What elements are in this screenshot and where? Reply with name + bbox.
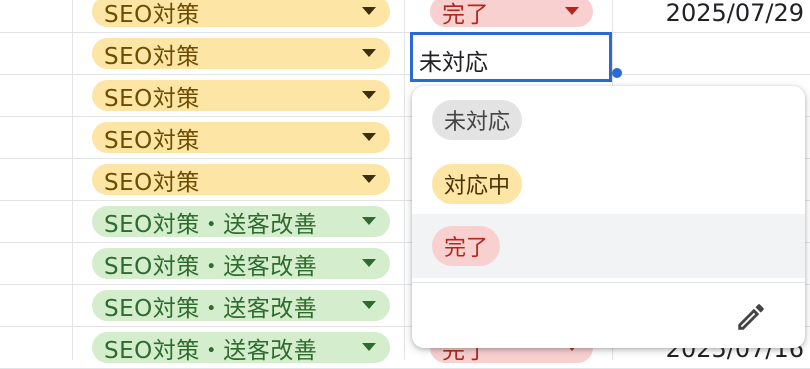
category-label: SEO対策・送客改善 bbox=[104, 211, 318, 238]
status-label: 完了 bbox=[442, 1, 489, 28]
triangle-down-icon bbox=[362, 7, 376, 15]
triangle-down-icon bbox=[362, 259, 376, 267]
category-label: SEO対策・送客改善 bbox=[104, 295, 318, 322]
triangle-down-icon bbox=[362, 301, 376, 309]
triangle-down-icon bbox=[362, 91, 376, 99]
option-label: 未対応 bbox=[444, 110, 511, 135]
triangle-down-icon bbox=[362, 49, 376, 57]
category-label: SEO対策 bbox=[104, 43, 200, 70]
triangle-down-icon bbox=[362, 175, 376, 183]
option-pill: 対応中 bbox=[432, 164, 523, 204]
category-chip[interactable]: SEO対策 bbox=[92, 38, 390, 70]
status-dropdown-menu: 未対応 対応中 完了 bbox=[412, 86, 805, 348]
category-chip[interactable]: SEO対策・送客改善 bbox=[92, 206, 390, 238]
category-label: SEO対策 bbox=[104, 127, 200, 154]
dropdown-option-unhandled[interactable]: 未対応 bbox=[412, 88, 805, 152]
cell-editor-input[interactable]: 未対応 bbox=[410, 32, 612, 82]
category-chip[interactable]: SEO対策 bbox=[92, 122, 390, 154]
cell-editor-value: 未対応 bbox=[419, 50, 488, 76]
category-chip[interactable]: SEO対策・送客改善 bbox=[92, 248, 390, 280]
category-chip[interactable]: SEO対策・送客改善 bbox=[92, 290, 390, 322]
status-chip[interactable]: 完了 bbox=[430, 0, 593, 28]
category-chip[interactable]: SEO対策・送客改善 bbox=[92, 332, 390, 364]
fill-handle[interactable] bbox=[612, 68, 622, 78]
category-label: SEO対策 bbox=[104, 169, 200, 196]
option-label: 対応中 bbox=[444, 174, 511, 199]
table-row: SEO対策 完了 2025/07/29 bbox=[0, 0, 810, 33]
date-cell: 2025/07/29 bbox=[665, 0, 804, 27]
table-row: SEO対策 bbox=[0, 33, 810, 75]
category-chip[interactable]: SEO対策 bbox=[92, 80, 390, 112]
option-pill: 未対応 bbox=[432, 100, 523, 140]
option-label: 完了 bbox=[444, 236, 489, 261]
category-chip[interactable]: SEO対策 bbox=[92, 164, 390, 196]
dropdown-option-in-progress[interactable]: 対応中 bbox=[412, 152, 805, 216]
category-label: SEO対策・送客改善 bbox=[104, 253, 318, 280]
option-pill: 完了 bbox=[432, 226, 501, 266]
triangle-down-icon bbox=[362, 133, 376, 141]
dropdown-option-done[interactable]: 完了 bbox=[412, 214, 805, 278]
pencil-icon[interactable] bbox=[734, 300, 768, 334]
category-chip[interactable]: SEO対策 bbox=[92, 0, 390, 28]
triangle-down-icon bbox=[362, 343, 376, 351]
triangle-down-icon bbox=[362, 217, 376, 225]
category-label: SEO対策・送客改善 bbox=[104, 337, 318, 364]
triangle-down-icon bbox=[565, 7, 579, 15]
category-label: SEO対策 bbox=[104, 1, 200, 28]
category-label: SEO対策 bbox=[104, 85, 200, 112]
menu-divider bbox=[412, 282, 805, 283]
